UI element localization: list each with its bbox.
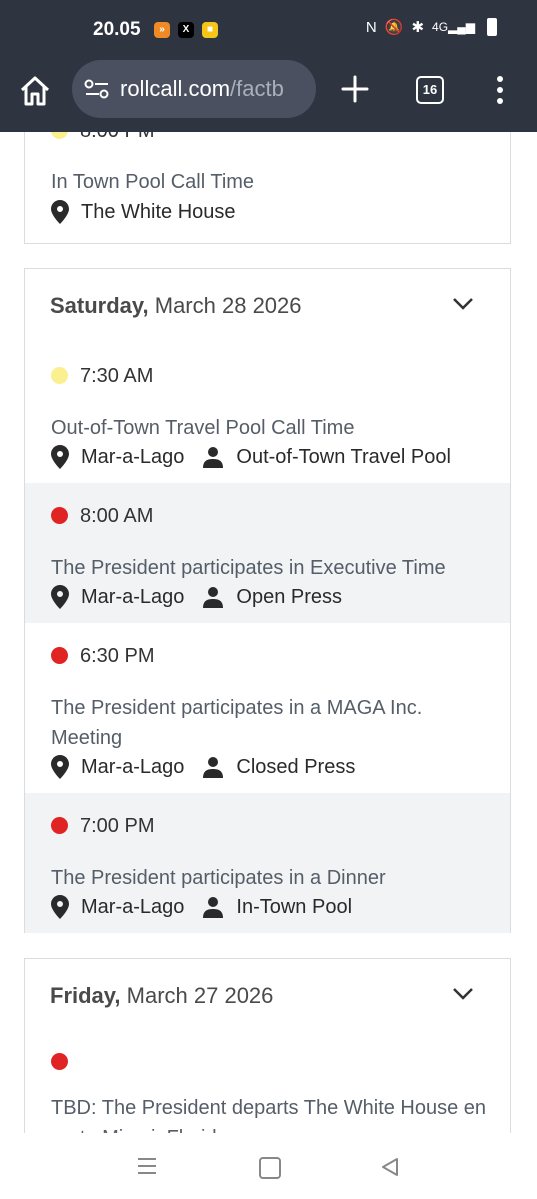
- notification-app-icon: »: [154, 22, 170, 38]
- event-meta: Mar-a-Lago Out-of-Town Travel Pool: [51, 445, 451, 469]
- tab-switcher-button[interactable]: 16: [416, 76, 444, 104]
- person-icon: [203, 897, 224, 918]
- event-location: Mar-a-Lago: [81, 585, 185, 608]
- location-pin-icon: [51, 445, 69, 469]
- chevron-down-icon[interactable]: [452, 987, 474, 1001]
- event-meta: The White House: [51, 200, 236, 224]
- status-bar: 20.05 » X ■ N 🔕 ✱ 4G▂▄▆: [0, 0, 537, 60]
- event-location: Mar-a-Lago: [81, 445, 185, 468]
- event-time-text: 6:30 PM: [80, 645, 155, 667]
- event-location: The White House: [81, 200, 236, 223]
- status-dot: [51, 367, 68, 384]
- url-text: rollcall.com/factb: [120, 76, 284, 102]
- day-card-friday: Friday, March 27 2026 TBD: The President…: [24, 958, 511, 1133]
- event-coverage: In-Town Pool: [236, 895, 353, 918]
- event-time-text: 7:00 PM: [80, 815, 155, 837]
- day-title: Saturday, March 28 2026: [50, 293, 302, 319]
- day-date: March 28 2026: [154, 293, 302, 318]
- event-title: TBD: The President departs The White Hou…: [51, 1097, 487, 1133]
- day-title: Friday, March 27 2026: [50, 983, 273, 1009]
- network-label: 4G: [432, 20, 449, 34]
- day-weekday: Friday,: [50, 983, 121, 1008]
- event-title: Out-of-Town Travel Pool Call Time: [51, 417, 355, 439]
- previous-day-card: 8:00 PM In Town Pool Call Time The White…: [24, 132, 511, 244]
- event-time: 6:30 PM: [51, 645, 154, 668]
- event-title: The President participates in Executive …: [51, 557, 446, 579]
- mute-icon: 🔕: [384, 19, 404, 36]
- status-time: 20.05: [93, 19, 141, 40]
- status-dot: [51, 647, 68, 664]
- event-location: Mar-a-Lago: [81, 755, 185, 778]
- status-dot: [51, 1053, 68, 1070]
- event-time-text: 8:00 AM: [80, 505, 154, 527]
- new-tab-icon[interactable]: [338, 72, 372, 106]
- more-menu-icon[interactable]: [490, 74, 510, 106]
- home-icon[interactable]: [18, 74, 52, 108]
- schedule-event: 8:00 AM The President participates in Ex…: [25, 483, 510, 623]
- person-icon: [203, 757, 224, 778]
- event-time: [51, 1051, 80, 1074]
- event-meta: Mar-a-Lago Open Press: [51, 585, 342, 609]
- day-header[interactable]: Saturday, March 28 2026: [25, 269, 510, 339]
- signal-icon: 4G▂▄▆: [432, 20, 475, 34]
- battery-icon: [487, 18, 497, 36]
- location-pin-icon: [51, 895, 69, 919]
- system-icons: N 🔕 ✱ 4G▂▄▆: [366, 18, 497, 36]
- schedule-event: 6:30 PM The President participates in a …: [25, 623, 510, 793]
- event-location: Mar-a-Lago: [81, 895, 185, 918]
- event-time: 7:00 PM: [51, 815, 154, 838]
- address-bar[interactable]: rollcall.com/factb: [72, 60, 316, 118]
- schedule-event: 7:30 AM Out-of-Town Travel Pool Call Tim…: [25, 339, 510, 483]
- event-time-text: 8:00 PM: [80, 132, 154, 142]
- location-pin-icon: [51, 755, 69, 779]
- event-time: 7:30 AM: [51, 365, 153, 388]
- schedule-event: TBD: The President departs The White Hou…: [25, 1029, 510, 1133]
- event-title: The President participates in a Dinner: [51, 867, 386, 889]
- url-path: /factb: [230, 76, 284, 101]
- person-icon: [203, 587, 224, 608]
- event-meta: Mar-a-Lago In-Town Pool: [51, 895, 352, 919]
- bluetooth-icon: ✱: [411, 19, 425, 36]
- back-icon[interactable]: [380, 1157, 400, 1177]
- status-dot: [51, 132, 68, 139]
- x-app-icon: X: [178, 22, 194, 38]
- event-time: 8:00 PM: [51, 132, 154, 143]
- status-dot: [51, 817, 68, 834]
- location-pin-icon: [51, 200, 69, 224]
- day-header[interactable]: Friday, March 27 2026: [25, 959, 510, 1029]
- person-icon: [203, 447, 224, 468]
- page-content: 8:00 PM In Town Pool Call Time The White…: [0, 132, 537, 1133]
- recent-apps-icon[interactable]: [137, 1157, 157, 1175]
- event-coverage: Out-of-Town Travel Pool: [236, 445, 451, 468]
- system-navigation-bar: [0, 1133, 537, 1199]
- event-title: In Town Pool Call Time: [51, 171, 255, 193]
- home-nav-icon[interactable]: [259, 1157, 281, 1179]
- browser-toolbar: rollcall.com/factb 16: [0, 60, 537, 122]
- event-coverage: Closed Press: [236, 755, 356, 778]
- notes-app-icon: ■: [202, 22, 218, 38]
- event-title: The President participates in a MAGA Inc…: [51, 697, 423, 749]
- chevron-down-icon[interactable]: [452, 297, 474, 311]
- browser-chrome: 20.05 » X ■ N 🔕 ✱ 4G▂▄▆ rollcall.com/fac…: [0, 0, 537, 132]
- event-meta: Mar-a-Lago Closed Press: [51, 755, 355, 779]
- day-date: March 27 2026: [126, 983, 274, 1008]
- day-card-saturday: Saturday, March 28 2026 7:30 AM Out-of-T…: [24, 268, 511, 933]
- day-weekday: Saturday,: [50, 293, 149, 318]
- schedule-event: 8:00 PM In Town Pool Call Time The White…: [25, 132, 510, 242]
- site-settings-icon[interactable]: [84, 78, 110, 100]
- status-dot: [51, 507, 68, 524]
- schedule-event: 7:00 PM The President participates in a …: [25, 793, 510, 933]
- url-host: rollcall.com: [120, 76, 231, 101]
- nfc-icon: N: [365, 18, 377, 36]
- event-coverage: Open Press: [236, 585, 342, 608]
- event-time: 8:00 AM: [51, 505, 153, 528]
- location-pin-icon: [51, 585, 69, 609]
- event-time-text: 7:30 AM: [80, 365, 154, 387]
